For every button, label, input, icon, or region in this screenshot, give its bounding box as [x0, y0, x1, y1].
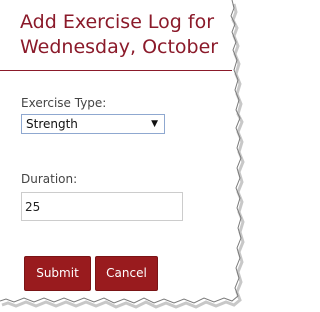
torn-paper-edge: [0, 0, 246, 312]
page: Add Exercise Log for Wednesday, October …: [0, 0, 246, 312]
